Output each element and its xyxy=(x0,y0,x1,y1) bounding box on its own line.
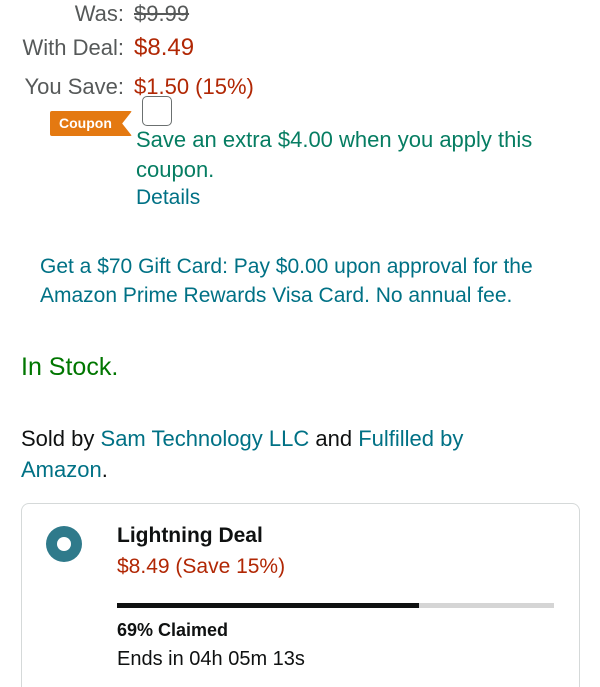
deal-price: $8.49 xyxy=(134,34,195,61)
claimed-percent-text: 69% Claimed xyxy=(117,620,229,640)
seller-link[interactable]: Sam Technology LLC xyxy=(101,426,310,451)
was-price: $9.99 xyxy=(134,1,190,26)
deal-price-row: With Deal: $8.49 xyxy=(0,34,195,61)
you-save-label: You Save: xyxy=(24,74,125,99)
claimed-progress-bar xyxy=(117,603,554,608)
product-buy-box: Was: $9.99 With Deal: $8.49 You Save: $1.50… xyxy=(0,0,600,687)
was-price-row: Was: $9.99 xyxy=(0,1,189,27)
lightning-deal-title: Lightning Deal xyxy=(117,524,263,547)
stock-status: In Stock. xyxy=(21,353,119,381)
deal-label: With Deal: xyxy=(22,35,124,60)
coupon-text: Save an extra $4.00 when you apply this … xyxy=(136,127,533,182)
claimed-progress-fill xyxy=(117,603,419,608)
lightning-deal-radio[interactable] xyxy=(46,526,82,562)
radio-selected-dot xyxy=(57,537,71,551)
was-label: Was: xyxy=(74,1,124,26)
sold-by-prefix: Sold by xyxy=(21,426,95,451)
coupon-checkbox[interactable] xyxy=(142,96,172,126)
sold-by-text: Sold by Sam Technology LLC and Fulfilled… xyxy=(21,423,541,485)
deal-countdown: Ends in 04h 05m 13s xyxy=(117,648,305,670)
gift-card-offer-link[interactable]: Get a $70 Gift Card: Pay $0.00 upon appr… xyxy=(40,252,550,310)
coupon-details-link[interactable]: Details xyxy=(136,186,200,210)
lightning-deal-price: $8.49 (Save 15%) xyxy=(117,555,286,578)
sold-by-suffix: . xyxy=(101,457,108,482)
coupon-badge: Coupon xyxy=(50,111,132,136)
you-save-row: You Save: $1.50 (15%) xyxy=(0,74,254,100)
sold-by-and: and xyxy=(315,426,353,451)
